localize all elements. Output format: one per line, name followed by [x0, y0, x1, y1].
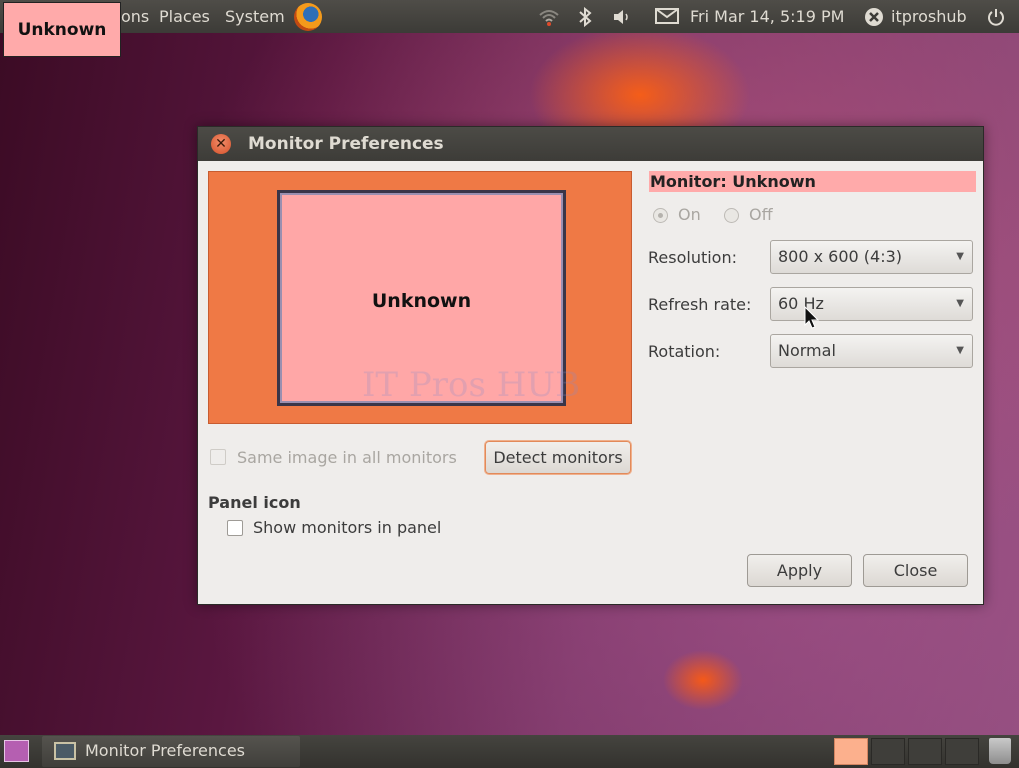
show-monitors-label: Show monitors in panel [253, 518, 442, 537]
firefox-icon[interactable] [294, 3, 322, 31]
power-off-radio[interactable] [724, 208, 739, 223]
monitor-preferences-dialog: ✕ Monitor Preferences Unknown IT Pros HU… [197, 126, 984, 605]
same-image-label: Same image in all monitors [237, 448, 457, 467]
username-label[interactable]: itproshub [891, 7, 967, 26]
menu-applications[interactable]: ons [121, 7, 149, 26]
menu-places[interactable]: Places [159, 7, 210, 26]
user-status-icon[interactable] [864, 7, 884, 27]
apply-button[interactable]: Apply [747, 554, 852, 587]
workspace-3[interactable] [908, 738, 942, 765]
wifi-icon[interactable] [538, 7, 559, 27]
power-on-radio[interactable] [653, 208, 668, 223]
power-off-label: Off [749, 205, 773, 224]
power-icon[interactable] [986, 7, 1006, 27]
monitor-header: Monitor: Unknown [649, 171, 976, 192]
panel-icon-title: Panel icon [208, 493, 301, 512]
dialog-titlebar[interactable]: ✕ Monitor Preferences [198, 127, 983, 161]
power-on-label: On [678, 205, 701, 224]
refresh-rate-combo[interactable]: 60 Hz ▼ [770, 287, 973, 321]
workspace-2[interactable] [871, 738, 905, 765]
trash-icon[interactable] [989, 738, 1011, 764]
monitor-icon [54, 742, 76, 760]
resolution-label: Resolution: [648, 248, 737, 267]
refresh-rate-label: Refresh rate: [648, 295, 752, 314]
show-desktop-icon[interactable] [4, 740, 29, 762]
chevron-down-icon: ▼ [956, 345, 964, 356]
menu-system[interactable]: System [225, 7, 285, 26]
monitor-preview-label: Unknown [371, 290, 472, 312]
same-image-checkbox[interactable] [210, 449, 226, 465]
rotation-label: Rotation: [648, 342, 721, 361]
monitor-identify-label: Unknown [3, 2, 121, 57]
dialog-title: Monitor Preferences [248, 134, 444, 154]
bottom-panel: Monitor Preferences [0, 735, 1019, 768]
resolution-value: 800 x 600 (4:3) [778, 247, 903, 266]
chevron-down-icon: ▼ [956, 298, 964, 309]
taskbar-window-label: Monitor Preferences [85, 741, 246, 760]
resolution-combo[interactable]: 800 x 600 (4:3) ▼ [770, 240, 973, 274]
rotation-value: Normal [778, 341, 836, 360]
close-button[interactable]: Close [863, 554, 968, 587]
bluetooth-icon[interactable] [575, 6, 595, 28]
rotation-combo[interactable]: Normal ▼ [770, 334, 973, 368]
taskbar-window-button[interactable]: Monitor Preferences [42, 736, 300, 767]
show-monitors-checkbox[interactable] [227, 520, 243, 536]
mail-icon[interactable] [655, 7, 679, 27]
mouse-cursor-icon [804, 306, 820, 329]
detect-monitors-button[interactable]: Detect monitors [485, 441, 631, 474]
chevron-down-icon: ▼ [956, 251, 964, 262]
workspace-4[interactable] [945, 738, 979, 765]
watermark-text: IT Pros HUB [362, 365, 581, 405]
top-panel: ons Places System Fri Mar 14, 5:19 PM it… [0, 0, 1019, 33]
close-icon[interactable]: ✕ [211, 134, 231, 154]
datetime-indicator[interactable]: Fri Mar 14, 5:19 PM [690, 7, 844, 26]
workspace-1[interactable] [834, 738, 868, 765]
volume-icon[interactable] [612, 7, 632, 27]
